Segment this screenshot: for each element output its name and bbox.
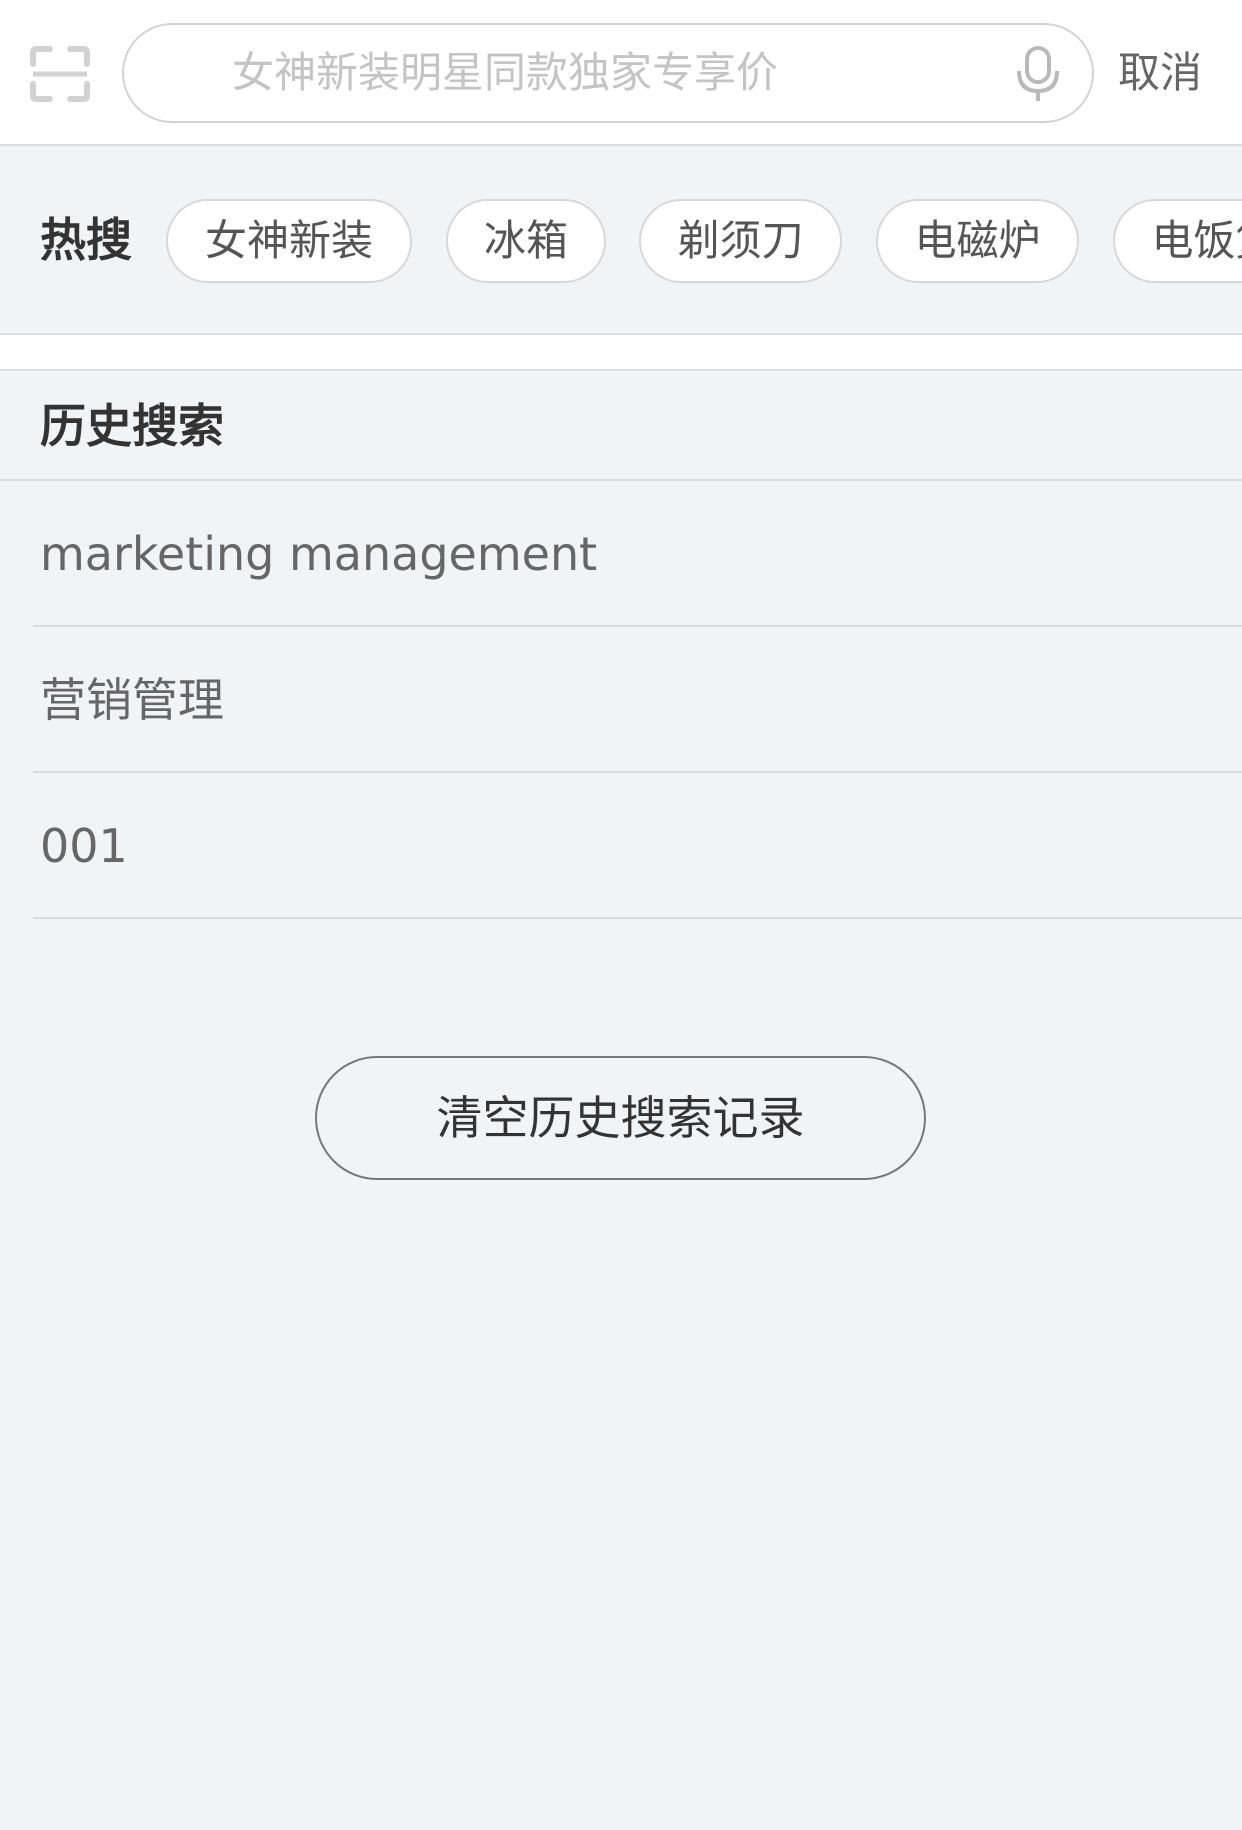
- history-item[interactable]: 001: [33, 773, 1242, 919]
- hot-search-chip[interactable]: 冰箱: [446, 199, 606, 283]
- hot-search-chip[interactable]: 电饭煲: [1113, 199, 1242, 283]
- search-input[interactable]: 女神新装明星同款独家专享价: [122, 23, 1094, 123]
- search-header: 女神新装明星同款独家专享价 取消: [0, 0, 1242, 146]
- microphone-icon[interactable]: [1014, 45, 1062, 103]
- section-divider: [0, 335, 1242, 371]
- history-item[interactable]: marketing management: [33, 481, 1242, 627]
- hot-search-section: 热搜 女神新装 冰箱 剃须刀 电磁炉 电饭煲: [0, 146, 1242, 335]
- history-item-text: 001: [40, 819, 128, 873]
- cancel-button[interactable]: 取消: [1118, 0, 1202, 146]
- hot-search-chip[interactable]: 剃须刀: [639, 199, 842, 283]
- history-item[interactable]: 营销管理: [33, 627, 1242, 773]
- history-item-text: 营销管理: [40, 673, 224, 727]
- clear-history-button[interactable]: 清空历史搜索记录: [315, 1056, 926, 1180]
- history-item-text: marketing management: [40, 527, 598, 581]
- hot-search-label: 热搜: [40, 213, 132, 267]
- search-placeholder: 女神新装明星同款独家专享价: [232, 48, 779, 97]
- hot-search-chip[interactable]: 女神新装: [166, 199, 412, 283]
- history-title: 历史搜索: [40, 399, 224, 453]
- hot-search-chip[interactable]: 电磁炉: [876, 199, 1079, 283]
- scan-icon[interactable]: [30, 46, 90, 102]
- history-header: 历史搜索: [0, 371, 1242, 481]
